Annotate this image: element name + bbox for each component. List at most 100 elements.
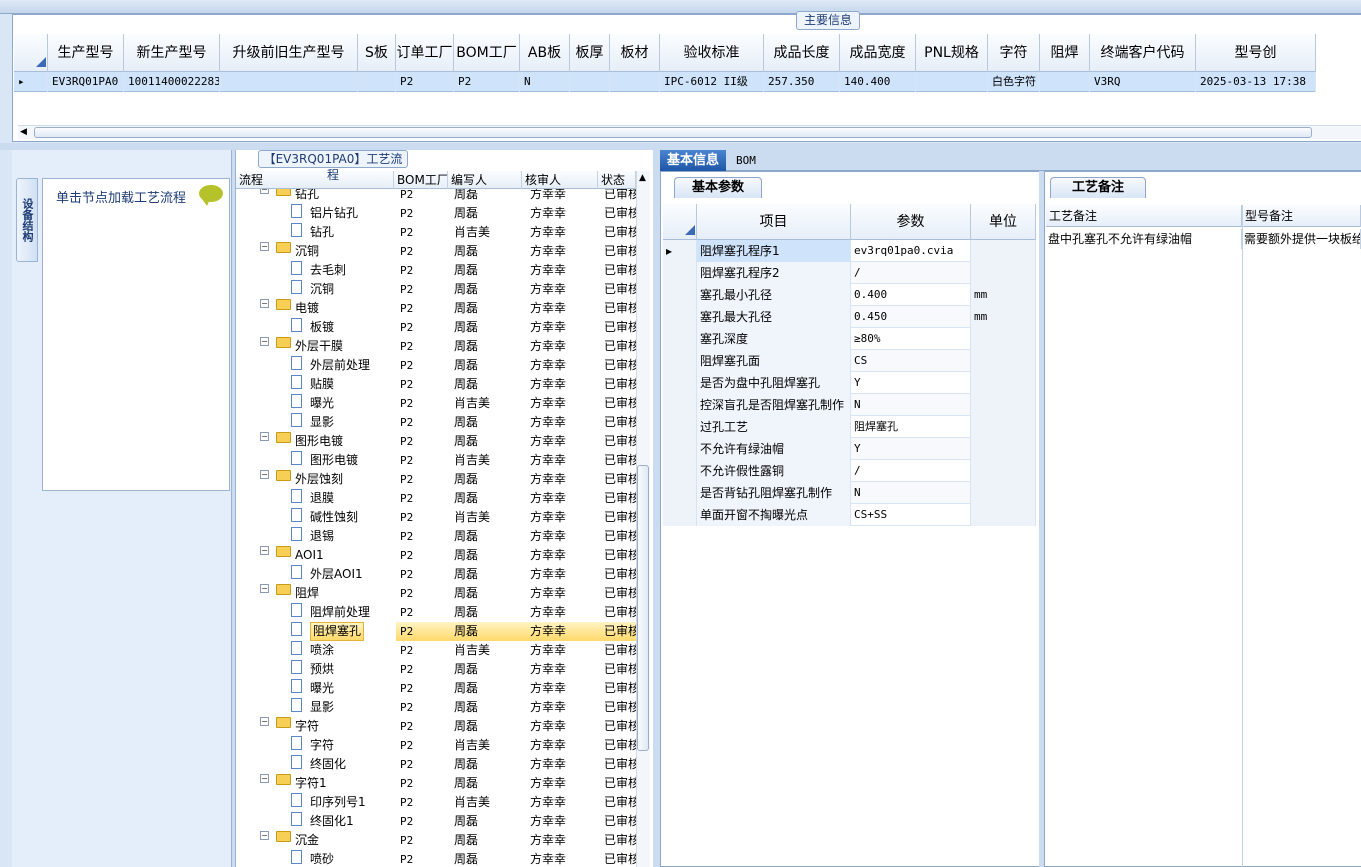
- tree-node-name[interactable]: 铝片钻孔: [310, 204, 358, 223]
- params-row[interactable]: 阻焊塞孔面 CS: [663, 350, 1036, 372]
- tree-row[interactable]: 退锡 P2 周磊 方幸幸 已审核: [236, 527, 636, 546]
- params-row[interactable]: 是否为盘中孔阻焊塞孔 Y: [663, 372, 1036, 394]
- param-value[interactable]: CS: [851, 350, 971, 372]
- params-row[interactable]: 不允许假性露铜 /: [663, 460, 1036, 482]
- tree-node-name[interactable]: 钻孔: [310, 223, 334, 242]
- tree-row[interactable]: 板镀 P2 周磊 方幸幸 已审核: [236, 318, 636, 337]
- expand-icon[interactable]: −: [260, 242, 269, 251]
- params-row[interactable]: 过孔工艺 阻焊塞孔: [663, 416, 1036, 438]
- param-value[interactable]: N: [851, 394, 971, 416]
- tree-node-name[interactable]: 显影: [310, 413, 334, 432]
- expand-icon[interactable]: −: [260, 470, 269, 479]
- tree-row[interactable]: 钻孔 P2 肖吉美 方幸幸 已审核: [236, 223, 636, 242]
- param-value[interactable]: /: [851, 460, 971, 482]
- tree-row[interactable]: − 钻孔 P2 周磊 方幸幸 已审核: [236, 189, 636, 204]
- tree-row[interactable]: 显影 P2 周磊 方幸幸 已审核: [236, 413, 636, 432]
- tree-row[interactable]: 去毛刺 P2 周磊 方幸幸 已审核: [236, 261, 636, 280]
- main-cell[interactable]: 140.400: [840, 72, 916, 92]
- horizontal-splitter[interactable]: [0, 143, 1361, 150]
- tree-node-name[interactable]: 字符: [310, 736, 334, 755]
- tree-row[interactable]: − 图形电镀 P2 周磊 方幸幸 已审核: [236, 432, 636, 451]
- tree-row[interactable]: 喷涂 P2 肖吉美 方幸幸 已审核: [236, 641, 636, 660]
- expand-icon[interactable]: −: [260, 831, 269, 840]
- tree-node-name[interactable]: 贴膜: [310, 375, 334, 394]
- params-row[interactable]: 是否背钻孔阻焊塞孔制作 N: [663, 482, 1036, 504]
- tree-row[interactable]: 退膜 P2 周磊 方幸幸 已审核: [236, 489, 636, 508]
- tree-row[interactable]: − 外层蚀刻 P2 周磊 方幸幸 已审核: [236, 470, 636, 489]
- main-cell[interactable]: EV3RQ01PA0: [48, 72, 124, 92]
- main-cell[interactable]: 白色字符: [988, 72, 1040, 92]
- remarks-cell[interactable]: 盘中孔塞孔不允许有绿油帽: [1046, 229, 1242, 249]
- tree-node-name[interactable]: 曝光: [310, 679, 334, 698]
- tree-node-name[interactable]: 沉铜: [295, 242, 319, 261]
- main-col-header[interactable]: 终端客户代码: [1090, 34, 1196, 72]
- main-col-header[interactable]: AB板: [520, 34, 570, 72]
- main-cell[interactable]: P2: [454, 72, 520, 92]
- tree-row[interactable]: 阻焊塞孔 P2 周磊 方幸幸 已审核: [236, 622, 636, 641]
- tree-node-name[interactable]: 电镀: [295, 299, 319, 318]
- params-row[interactable]: 单面开窗不掏曝光点 CS+SS: [663, 504, 1036, 526]
- main-col-header[interactable]: 板材: [610, 34, 660, 72]
- tree-node-name[interactable]: 终固化1: [310, 812, 354, 831]
- tree-row[interactable]: − 沉金 P2 周磊 方幸幸 已审核: [236, 831, 636, 850]
- main-col-header[interactable]: PNL规格: [916, 34, 988, 72]
- tree-row[interactable]: 贴膜 P2 周磊 方幸幸 已审核: [236, 375, 636, 394]
- param-value[interactable]: 0.450: [851, 306, 971, 328]
- param-value[interactable]: N: [851, 482, 971, 504]
- tree-node-name[interactable]: 喷砂: [310, 850, 334, 867]
- param-value[interactable]: ev3rq01pa0.cvia: [851, 240, 971, 262]
- tree-row[interactable]: − 字符1 P2 周磊 方幸幸 已审核: [236, 774, 636, 793]
- tree-col-header[interactable]: 核审人: [522, 171, 598, 189]
- expand-icon[interactable]: −: [260, 337, 269, 346]
- main-cell[interactable]: N: [520, 72, 570, 92]
- main-cell[interactable]: [570, 72, 610, 92]
- remarks-row[interactable]: 盘中孔塞孔不允许有绿油帽 需要额外提供一块板给: [1046, 229, 1361, 249]
- tree-col-header[interactable]: 状态: [598, 171, 636, 189]
- params-col-header[interactable]: 参数: [851, 204, 971, 240]
- tree-row[interactable]: 字符 P2 肖吉美 方幸幸 已审核: [236, 736, 636, 755]
- main-col-header[interactable]: 型号创: [1196, 34, 1316, 72]
- main-col-header[interactable]: BOM工厂: [454, 34, 520, 72]
- params-row[interactable]: 塞孔最小孔径 0.400 mm: [663, 284, 1036, 306]
- tree-row[interactable]: 外层AOI1 P2 周磊 方幸幸 已审核: [236, 565, 636, 584]
- tree-node-name[interactable]: 去毛刺: [310, 261, 346, 280]
- expand-icon[interactable]: −: [260, 717, 269, 726]
- params-row[interactable]: 控深盲孔是否阻焊塞孔制作 N: [663, 394, 1036, 416]
- tree-node-name[interactable]: 退锡: [310, 527, 334, 546]
- expand-icon[interactable]: −: [260, 299, 269, 308]
- tree-node-name[interactable]: 阻焊前处理: [310, 603, 370, 622]
- expand-icon[interactable]: −: [260, 546, 269, 555]
- main-cell[interactable]: [610, 72, 660, 92]
- main-cell[interactable]: V3RQ: [1090, 72, 1196, 92]
- param-value[interactable]: CS+SS: [851, 504, 971, 526]
- tree-row[interactable]: − 沉铜 P2 周磊 方幸幸 已审核: [236, 242, 636, 261]
- expand-icon[interactable]: −: [260, 432, 269, 441]
- tree-node-name[interactable]: 字符: [295, 717, 319, 736]
- main-col-header[interactable]: 验收标准: [660, 34, 764, 72]
- remarks-col-header[interactable]: 型号备注: [1242, 205, 1361, 227]
- tree-row[interactable]: − 字符 P2 周磊 方幸幸 已审核: [236, 717, 636, 736]
- params-row[interactable]: 阻焊塞孔程序2/: [663, 262, 1036, 284]
- main-col-header[interactable]: 阻焊: [1040, 34, 1090, 72]
- middle-splitter[interactable]: [653, 150, 660, 867]
- tree-row[interactable]: 曝光 P2 周磊 方幸幸 已审核: [236, 679, 636, 698]
- tree-node-name[interactable]: 喷涂: [310, 641, 334, 660]
- params-row[interactable]: 不允许有绿油帽 Y: [663, 438, 1036, 460]
- main-cell[interactable]: [916, 72, 988, 92]
- scroll-up-arrow-icon[interactable]: ▲: [639, 173, 646, 183]
- tree-node-name[interactable]: 退膜: [310, 489, 334, 508]
- tree-row[interactable]: 铝片钻孔 P2 周磊 方幸幸 已审核: [236, 204, 636, 223]
- main-cell[interactable]: IPC-6012 II级: [660, 72, 764, 92]
- remarks-cell[interactable]: 需要额外提供一块板给: [1242, 229, 1361, 249]
- param-value[interactable]: Y: [851, 372, 971, 394]
- tree-node-name[interactable]: 外层蚀刻: [295, 470, 343, 489]
- param-value[interactable]: 0.400: [851, 284, 971, 306]
- tree-row[interactable]: 终固化1 P2 周磊 方幸幸 已审核: [236, 812, 636, 831]
- tree-node-name[interactable]: 外层干膜: [295, 337, 343, 356]
- tree-col-header[interactable]: BOM工厂: [394, 171, 448, 189]
- tab-bom[interactable]: BOM: [736, 150, 756, 171]
- tree-node-name[interactable]: 板镀: [310, 318, 334, 337]
- tree-row[interactable]: 碱性蚀刻 P2 肖吉美 方幸幸 已审核: [236, 508, 636, 527]
- tree-col-header[interactable]: 流程: [236, 171, 394, 189]
- param-value[interactable]: Y: [851, 438, 971, 460]
